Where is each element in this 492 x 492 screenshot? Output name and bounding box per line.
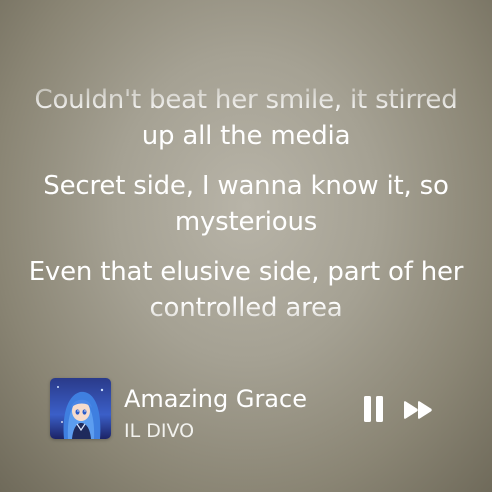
pause-icon bbox=[364, 396, 383, 422]
lyric-line[interactable]: Even that elusive side, part of her cont… bbox=[26, 254, 466, 326]
next-track-button[interactable] bbox=[403, 400, 435, 420]
anime-girl-album-art-icon bbox=[50, 378, 111, 439]
album-artwork[interactable] bbox=[50, 378, 111, 439]
lyric-line[interactable]: Couldn't beat her smile, it stirred up a… bbox=[26, 82, 466, 154]
fast-forward-icon bbox=[404, 401, 432, 419]
lyrics-panel: Couldn't beat her smile, it stirred up a… bbox=[0, 82, 492, 352]
track-title[interactable]: Amazing Grace bbox=[124, 385, 307, 413]
track-artist[interactable]: IL DIVO bbox=[124, 420, 194, 442]
pause-button[interactable] bbox=[362, 395, 386, 423]
lyric-line-current[interactable]: Secret side, I wanna know it, so mysteri… bbox=[26, 168, 466, 240]
mini-player: Amazing Grace IL DIVO bbox=[50, 378, 450, 442]
